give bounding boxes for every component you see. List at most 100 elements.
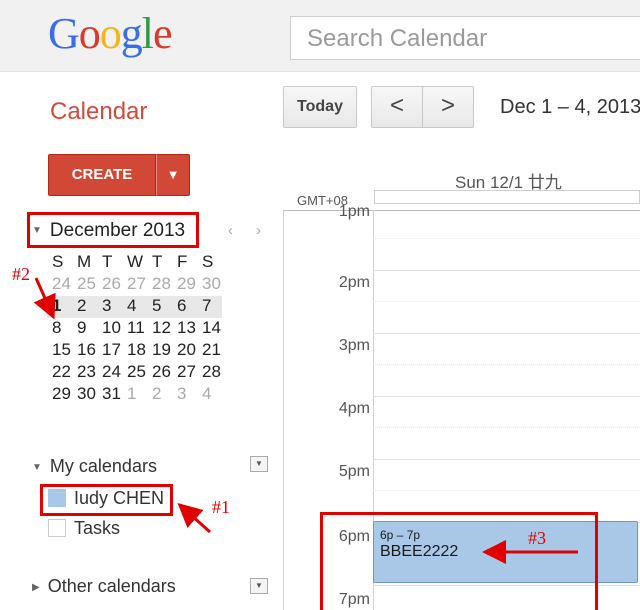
mini-calendar-grid: S M T W T F S 24 25 26 27 28 29 30 1 2 3… <box>47 252 222 406</box>
day-cell[interactable]: 28 <box>147 274 172 296</box>
day-cell[interactable]: 18 <box>122 340 147 362</box>
create-dropdown-button[interactable]: ▼ <box>156 154 190 196</box>
day-cell[interactable]: 28 <box>197 362 222 384</box>
annotation-arrow-1 <box>177 503 211 534</box>
hour-label: 3pm <box>338 337 370 354</box>
day-cell[interactable]: 27 <box>122 274 147 296</box>
day-cell[interactable]: 16 <box>72 340 97 362</box>
create-button[interactable]: CREATE <box>48 154 156 196</box>
day-cell[interactable]: 14 <box>197 318 222 340</box>
annotation-label-3: #3 <box>528 528 546 548</box>
calendar-item-tasks[interactable]: Tasks <box>48 516 120 540</box>
day-cell[interactable]: 30 <box>72 384 97 406</box>
half-hour-line <box>373 301 640 302</box>
half-hour-line <box>373 364 640 365</box>
day-cell[interactable]: 30 <box>197 274 222 296</box>
week-row-selected: 1 2 3 4 5 6 7 <box>47 296 222 318</box>
google-logo[interactable]: Google <box>48 8 173 60</box>
day-cell[interactable]: 22 <box>47 362 72 384</box>
weekday-label: M <box>77 252 92 271</box>
day-cell[interactable]: 15 <box>47 340 72 362</box>
my-calendars-header[interactable]: ▼ My calendars <box>32 456 157 477</box>
day-cell[interactable]: 29 <box>47 384 72 406</box>
all-day-row[interactable] <box>374 190 640 204</box>
mini-calendar-next-button[interactable]: › <box>256 222 261 239</box>
weekday-label: T <box>152 252 163 271</box>
logo-letter: o <box>78 9 101 58</box>
day-cell[interactable]: 25 <box>122 362 147 384</box>
half-hour-line <box>373 490 640 491</box>
day-cell[interactable]: 7 <box>197 296 222 318</box>
day-cell[interactable]: 26 <box>97 274 122 296</box>
logo-letter: e <box>153 9 173 58</box>
weekday-label: S <box>202 252 214 271</box>
day-cell[interactable]: 6 <box>172 296 197 318</box>
day-cell[interactable]: 19 <box>147 340 172 362</box>
my-calendars-options-icon[interactable]: ▼ <box>250 456 268 472</box>
day-cell[interactable]: 5 <box>147 296 172 318</box>
day-cell[interactable]: 10 <box>97 318 122 340</box>
half-hour-line <box>373 427 640 428</box>
day-cell[interactable]: 2 <box>147 384 172 406</box>
hour-line <box>373 459 640 460</box>
other-calendars-label: Other calendars <box>47 576 176 596</box>
expand-triangle-icon[interactable]: ▶ <box>32 582 40 593</box>
weekday-label: T <box>102 252 113 271</box>
calendar-color-swatch[interactable] <box>48 519 66 537</box>
day-cell[interactable]: 3 <box>172 384 197 406</box>
logo-letter: l <box>141 9 154 58</box>
day-cell[interactable]: 23 <box>72 362 97 384</box>
mini-calendar-prev-button[interactable]: ‹ <box>228 222 233 239</box>
hour-label: 4pm <box>338 400 370 417</box>
day-cell[interactable]: 29 <box>172 274 197 296</box>
week-row: 29 30 31 1 2 3 4 <box>47 384 222 406</box>
day-cell[interactable]: 4 <box>122 296 147 318</box>
week-row: 24 25 26 27 28 29 30 <box>47 274 222 296</box>
search-input[interactable]: Search Calendar <box>290 16 640 60</box>
next-period-button[interactable]: > <box>422 86 474 128</box>
annotation-box-month <box>27 212 199 248</box>
day-cell[interactable]: 17 <box>97 340 122 362</box>
header: Google Search Calendar <box>0 0 640 72</box>
my-calendars-label: My calendars <box>49 456 157 476</box>
logo-letter: G <box>48 9 80 58</box>
day-cell[interactable]: 9 <box>72 318 97 340</box>
day-cell[interactable]: 3 <box>97 296 122 318</box>
weekday-label: F <box>177 252 188 271</box>
other-calendars-options-icon[interactable]: ▼ <box>250 578 268 594</box>
annotation-box-calendar <box>40 484 173 516</box>
day-cell[interactable]: 26 <box>147 362 172 384</box>
annotation-label-1: #1 <box>212 497 230 517</box>
collapse-triangle-icon[interactable]: ▼ <box>32 462 42 473</box>
other-calendars-header[interactable]: ▶ Other calendars <box>32 576 176 597</box>
hour-line <box>373 270 640 271</box>
app-title: Calendar <box>50 98 148 125</box>
week-row: 22 23 24 25 26 27 28 <box>47 362 222 384</box>
day-cell[interactable]: 24 <box>97 362 122 384</box>
date-range: Dec 1 – 4, 2013 <box>500 96 640 118</box>
hour-line <box>373 396 640 397</box>
day-cell[interactable]: 27 <box>172 362 197 384</box>
hour-line <box>373 333 640 334</box>
day-cell-today[interactable]: 1 <box>47 296 72 318</box>
day-cell[interactable]: 24 <box>47 274 72 296</box>
day-cell[interactable]: 11 <box>122 318 147 340</box>
logo-letter: g <box>120 9 143 58</box>
day-cell[interactable]: 13 <box>172 318 197 340</box>
weekday-label: W <box>127 252 144 271</box>
half-hour-line <box>373 238 640 239</box>
prev-period-button[interactable]: < <box>371 86 423 128</box>
day-cell[interactable]: 8 <box>47 318 72 340</box>
day-cell[interactable]: 21 <box>197 340 222 362</box>
day-cell[interactable]: 31 <box>97 384 122 406</box>
day-cell[interactable]: 1 <box>122 384 147 406</box>
today-button[interactable]: Today <box>283 86 357 128</box>
day-cell[interactable]: 4 <box>197 384 222 406</box>
week-row: 15 16 17 18 19 20 21 <box>47 340 222 362</box>
day-cell[interactable]: 20 <box>172 340 197 362</box>
calendar-item-label: Tasks <box>74 517 121 538</box>
day-cell[interactable]: 2 <box>72 296 97 318</box>
logo-letter: o <box>99 9 122 58</box>
day-cell[interactable]: 12 <box>147 318 172 340</box>
day-cell[interactable]: 25 <box>72 274 97 296</box>
